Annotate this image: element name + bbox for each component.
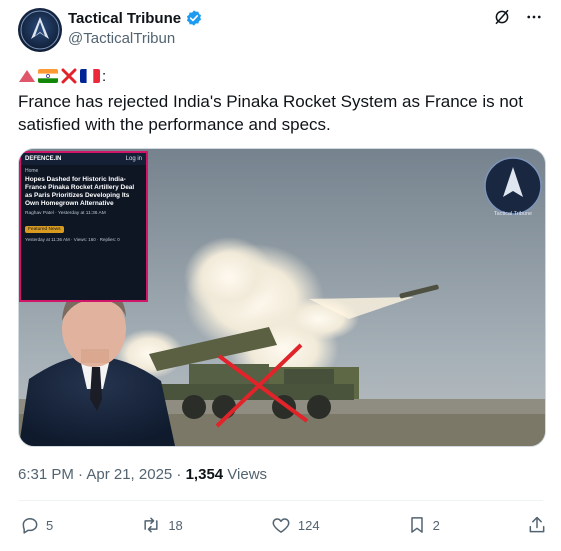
reply-count: 5 <box>46 517 54 533</box>
france-flag-icon <box>80 69 100 83</box>
emoji-line: : <box>18 66 106 86</box>
tweet-timestamp[interactable]: 6:31 PM · Apr 21, 2025 · <box>18 466 186 483</box>
cross-mark-icon <box>60 68 78 84</box>
display-name[interactable]: Tactical Tribune <box>68 10 181 27</box>
inset-tag: Featured News <box>25 226 64 233</box>
like-count: 124 <box>297 517 320 533</box>
handle[interactable]: @TacticalTribun <box>68 30 175 47</box>
inset-login: Log in <box>125 156 142 162</box>
tweet-meta: 6:31 PM · Apr 21, 2025 · 1,354 Views <box>18 466 267 483</box>
more-options-icon[interactable] <box>525 8 543 26</box>
emoji-suffix: : <box>102 67 107 85</box>
tweet-image[interactable]: DEFENCE.IN Log in Home Hopes Dashed for … <box>18 148 546 447</box>
verified-badge-icon <box>185 9 203 27</box>
inset-breadcrumb: Home <box>25 168 39 174</box>
grok-icon[interactable] <box>493 8 511 26</box>
share-icon <box>529 516 545 533</box>
bookmark-icon <box>410 517 423 533</box>
reply-icon <box>22 518 38 534</box>
watermark-label: Tactical Tribune <box>493 211 533 217</box>
views-count: 1,354 <box>185 466 224 483</box>
share-button[interactable] <box>527 515 547 535</box>
india-flag-icon <box>38 69 58 83</box>
inset-author-line: Raghav Patel · Yesterday at 11:36 AM <box>25 211 106 216</box>
bookmark-count: 2 <box>432 517 440 533</box>
like-button[interactable]: 124 <box>270 515 320 535</box>
bookmark-button[interactable]: 2 <box>407 515 440 535</box>
avatar-logo-icon <box>20 10 60 50</box>
avatar[interactable] <box>18 8 62 52</box>
article-inset: DEFENCE.IN Log in Home Hopes Dashed for … <box>19 151 148 302</box>
repost-count: 18 <box>168 517 183 533</box>
divider <box>18 500 543 501</box>
views-label: Views <box>223 466 268 483</box>
action-bar: 5 18 124 2 <box>20 515 547 535</box>
reply-button[interactable]: 5 <box>20 515 53 535</box>
inset-site-label: DEFENCE.IN <box>25 156 62 162</box>
repost-button[interactable]: 18 <box>140 515 183 535</box>
inset-headline: Hopes Dashed for Historic India-France P… <box>25 176 135 207</box>
red-triangle-icon <box>18 69 36 83</box>
tweet-text: France has rejected India's Pinaka Rocke… <box>18 92 523 134</box>
repost-icon <box>144 517 158 533</box>
heart-icon <box>272 518 290 533</box>
inset-stats: Yesterday at 11:36 AM · Views: 160 · Rep… <box>25 237 120 242</box>
